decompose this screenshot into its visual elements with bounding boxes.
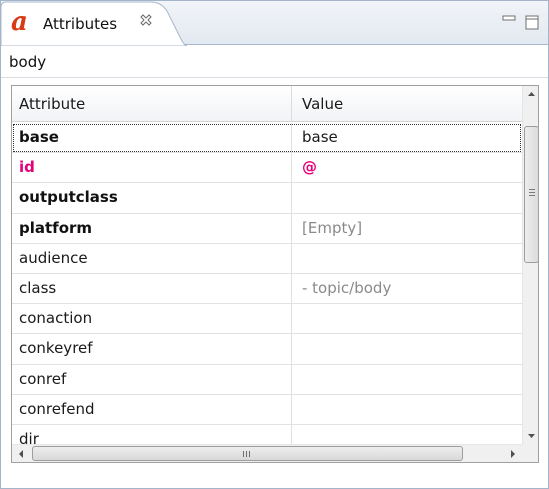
- scroll-left-icon[interactable]: [12, 445, 30, 463]
- attribute-name: id: [19, 158, 35, 177]
- attribute-name: conaction: [19, 309, 93, 328]
- table-row[interactable]: conref: [12, 364, 522, 395]
- maximize-icon[interactable]: [523, 13, 541, 31]
- column-header-value[interactable]: Value: [302, 95, 343, 113]
- attribute-value[interactable]: - topic/body: [302, 279, 391, 297]
- table-row[interactable]: conrefend: [12, 394, 522, 425]
- attribute-name: platform: [19, 218, 93, 237]
- cell-divider: [291, 334, 292, 364]
- scroll-up-icon[interactable]: [523, 86, 539, 103]
- scroll-right-icon[interactable]: [504, 445, 522, 463]
- attribute-name: conkeyref: [19, 339, 93, 358]
- tab-attributes[interactable]: a Attributes: [1, 1, 187, 46]
- column-divider[interactable]: [291, 86, 292, 122]
- cell-divider: [291, 243, 292, 273]
- horizontal-scroll-thumb[interactable]: [32, 446, 463, 461]
- vertical-scroll-thumb[interactable]: [524, 126, 538, 263]
- grip-line: [243, 451, 244, 457]
- table-row[interactable]: class - topic/body: [12, 273, 522, 305]
- grip-line: [246, 451, 247, 457]
- attributes-view-icon: a: [11, 7, 28, 37]
- column-header-attribute[interactable]: Attribute: [19, 95, 85, 113]
- table-row[interactable]: id @: [12, 153, 522, 184]
- attribute-value[interactable]: base: [302, 128, 338, 146]
- attribute-name: audience: [19, 248, 88, 267]
- cell-divider: [291, 153, 292, 183]
- table-header: Attribute Value: [12, 86, 522, 122]
- tab-title: Attributes: [43, 15, 118, 33]
- table-body: base base id @ outputclass platform [Empty] aud…: [12, 123, 522, 456]
- minimize-icon[interactable]: [501, 13, 519, 31]
- table-row[interactable]: conkeyref: [12, 334, 522, 365]
- cell-divider: [291, 123, 292, 153]
- table-row[interactable]: audience: [12, 243, 522, 274]
- attributes-table: Attribute Value base base id @ outputclass pl…: [11, 85, 539, 463]
- close-icon[interactable]: [138, 13, 154, 29]
- view-tab-bar: a Attributes: [1, 1, 548, 46]
- cell-divider: [291, 273, 292, 304]
- vertical-scrollbar[interactable]: [522, 86, 539, 444]
- attribute-name: outputclass: [19, 188, 118, 207]
- table-row[interactable]: base base: [12, 123, 522, 154]
- attribute-name: conrefend: [19, 399, 95, 418]
- attribute-value[interactable]: [Empty]: [302, 219, 362, 237]
- cell-divider: [291, 213, 292, 243]
- cell-divider: [291, 394, 292, 424]
- attribute-name: class: [19, 278, 57, 297]
- horizontal-scrollbar[interactable]: [12, 444, 522, 462]
- scrollbar-corner: [522, 444, 538, 462]
- table-row[interactable]: outputclass: [12, 183, 522, 214]
- breadcrumb: body: [1, 46, 548, 78]
- attribute-name: conref: [19, 369, 67, 388]
- attribute-name: base: [19, 128, 59, 146]
- cell-divider: [291, 183, 292, 213]
- attributes-view: a Attributes body Attribute Value base ba…: [0, 0, 549, 489]
- grip-line: [249, 451, 250, 457]
- table-row[interactable]: platform [Empty]: [12, 213, 522, 244]
- breadcrumb-element: body: [9, 53, 47, 71]
- scroll-down-icon[interactable]: [523, 427, 539, 444]
- grip-line: [529, 189, 535, 190]
- cell-divider: [291, 304, 292, 334]
- cell-divider: [291, 364, 292, 394]
- grip-line: [529, 195, 535, 196]
- table-row[interactable]: conaction: [12, 304, 522, 335]
- attribute-value[interactable]: @: [302, 158, 317, 176]
- grip-line: [529, 192, 535, 193]
